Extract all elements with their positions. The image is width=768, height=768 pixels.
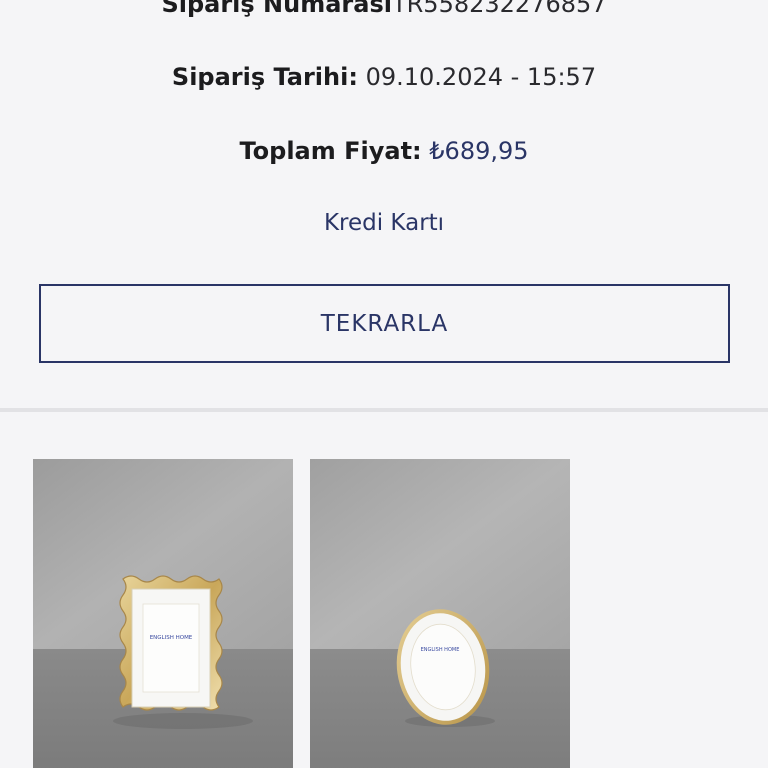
section-divider	[0, 408, 768, 412]
order-number-value: TR558232276857	[391, 0, 607, 18]
frame-brand-text: ENGLISH HOME	[150, 635, 193, 641]
order-detail-page: Sipariş NumarasıTR558232276857 Sipariş T…	[0, 0, 768, 768]
order-date-value: 09.10.2024 - 15:57	[365, 63, 597, 91]
product-thumbnail-gold-frame[interactable]: ENGLISH HOME	[33, 459, 293, 768]
total-price-value: ₺689,95	[429, 137, 529, 165]
repeat-order-button[interactable]: TEKRARLA	[39, 284, 730, 363]
total-price-label: Toplam Fiyat:	[239, 137, 422, 165]
gold-frame-image: ENGLISH HOME	[33, 459, 293, 768]
order-number-row: Sipariş NumarasıTR558232276857	[0, 0, 768, 18]
payment-method: Kredi Kartı	[323, 210, 445, 236]
order-date-label: Sipariş Tarihi:	[171, 63, 358, 91]
oval-frame-image: ENGLISH HOME	[310, 459, 570, 768]
order-number-label: Sipariş Numarası	[161, 0, 392, 18]
order-date-row: Sipariş Tarihi: 09.10.2024 - 15:57	[0, 63, 768, 91]
product-thumbnail-oval-frame[interactable]: ENGLISH HOME	[310, 459, 570, 768]
frame-brand-text: ENGLISH HOME	[421, 647, 460, 653]
total-price-row: Toplam Fiyat: ₺689,95	[0, 137, 768, 165]
